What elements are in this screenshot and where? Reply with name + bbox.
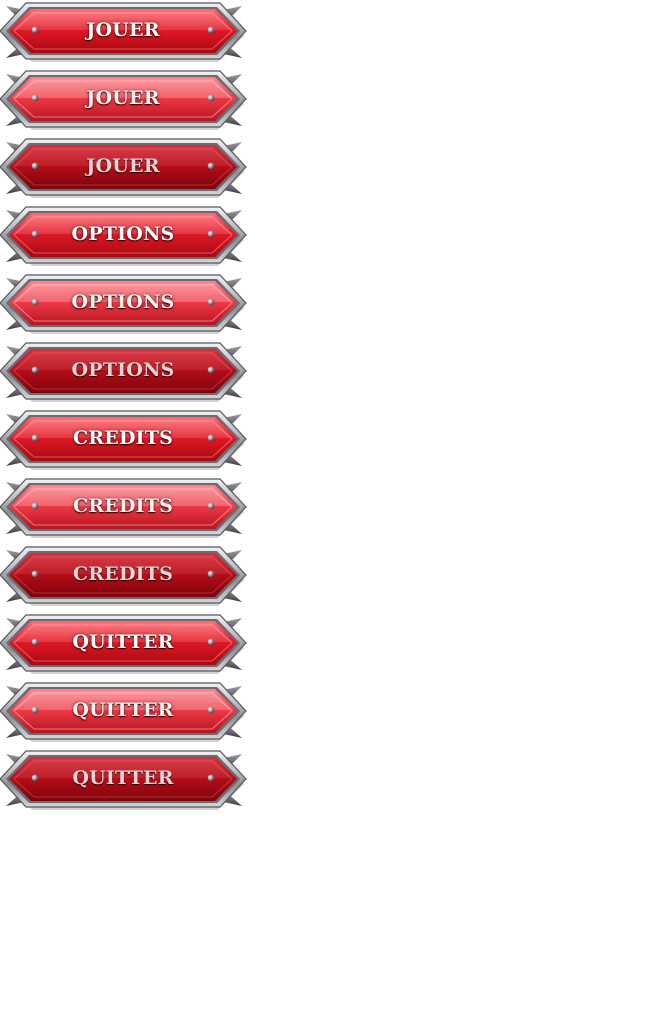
quitter-button-normal[interactable]: QUITTER (0, 612, 250, 678)
button-frame-icon (0, 612, 250, 678)
button-frame-icon (0, 136, 250, 202)
button-frame-icon (0, 204, 250, 270)
button-frame-icon (0, 748, 250, 814)
quitter-button-hover[interactable]: QUITTER (0, 680, 250, 746)
button-frame-icon (0, 544, 250, 610)
jouer-button-hover[interactable]: JOUER (0, 68, 250, 134)
jouer-button-normal[interactable]: JOUER (0, 0, 250, 66)
jouer-button-pressed[interactable]: JOUER (0, 136, 250, 202)
button-frame-icon (0, 408, 250, 474)
credits-button-pressed[interactable]: CREDITS (0, 544, 250, 610)
options-button-normal[interactable]: OPTIONS (0, 204, 250, 270)
button-frame-icon (0, 0, 250, 66)
credits-button-hover[interactable]: CREDITS (0, 476, 250, 542)
button-frame-icon (0, 340, 250, 406)
quitter-button-pressed[interactable]: QUITTER (0, 748, 250, 814)
options-button-hover[interactable]: OPTIONS (0, 272, 250, 338)
options-button-pressed[interactable]: OPTIONS (0, 340, 250, 406)
button-frame-icon (0, 68, 250, 134)
credits-button-normal[interactable]: CREDITS (0, 408, 250, 474)
button-frame-icon (0, 476, 250, 542)
button-frame-icon (0, 272, 250, 338)
button-frame-icon (0, 680, 250, 746)
